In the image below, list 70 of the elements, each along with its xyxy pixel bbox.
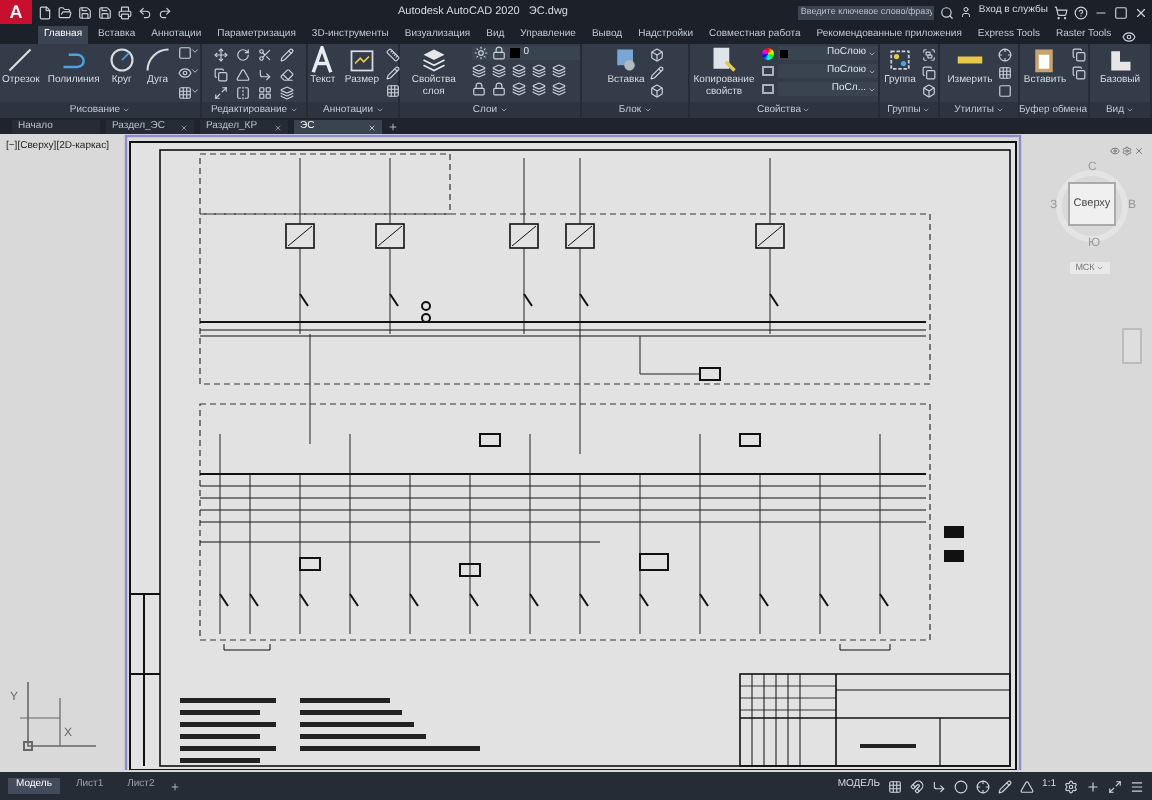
mirror-icon[interactable] [236,86,250,101]
plus-icon[interactable] [1086,779,1100,793]
circle-icon[interactable] [107,46,136,74]
osnap-icon[interactable] [976,779,991,793]
lock-icon[interactable] [491,82,506,96]
layers-icon[interactable] [551,64,566,78]
cart-icon[interactable] [1054,5,1068,19]
save-icon[interactable] [78,5,92,19]
fullscreen-icon[interactable] [1108,779,1122,793]
eye-icon[interactable] [1110,146,1120,156]
layers-icon[interactable] [491,64,506,78]
user-icon[interactable] [960,6,973,18]
table-icon[interactable] [385,84,400,98]
redo-icon[interactable] [158,5,172,19]
layers-icon[interactable] [531,82,546,96]
layers-icon[interactable] [280,86,294,101]
block-icon[interactable] [650,48,665,62]
sun-icon[interactable] [473,46,488,60]
rotate-icon[interactable] [236,48,250,62]
color-swatch [509,48,520,58]
block-icon[interactable] [921,84,936,98]
menu-icon[interactable] [1130,779,1144,793]
printer-icon[interactable] [118,5,132,19]
color-swatch [780,49,788,57]
undo-icon[interactable] [138,5,152,19]
block-icon[interactable] [650,84,665,98]
layers-icon[interactable] [471,64,486,78]
copy-icon[interactable] [1072,66,1087,80]
ruler-icon[interactable] [385,48,400,62]
add-layout-icon[interactable] [170,781,181,791]
rectangle-icon[interactable] [177,46,192,60]
lock-icon[interactable] [471,82,486,96]
help-icon[interactable] [1074,5,1088,19]
pencil-icon[interactable] [650,66,665,80]
grid-icon[interactable] [888,779,903,793]
save-icon[interactable] [98,5,112,19]
layers-icon[interactable] [511,64,526,78]
stretch-icon[interactable] [214,86,228,101]
group-icon[interactable] [921,48,936,62]
layers-icon[interactable] [531,64,546,78]
insert-block-icon[interactable] [612,46,640,74]
new-file-icon[interactable] [38,5,52,19]
clipboard-icon[interactable] [1030,46,1059,74]
corner-icon[interactable] [258,67,272,82]
line-icon[interactable] [6,46,35,74]
layers-icon[interactable] [551,82,566,96]
dimension-icon[interactable] [348,46,376,74]
text-icon[interactable] [308,46,337,74]
color-wheel-icon [762,47,774,59]
paintbrush-icon[interactable] [710,46,738,74]
arc-icon[interactable] [143,46,172,74]
scissors-icon[interactable] [258,48,272,62]
array-icon[interactable] [258,86,272,101]
base-view-icon[interactable] [1105,46,1134,74]
crosshair-icon[interactable] [998,48,1013,62]
folder-icon[interactable] [58,5,72,19]
copy-icon[interactable] [214,67,228,82]
app-menu-button[interactable]: A [0,0,32,24]
layers-icon[interactable] [419,46,448,74]
copy-icon[interactable] [921,66,936,80]
lock-icon[interactable] [491,46,506,60]
maximize-icon[interactable] [1114,5,1128,19]
layers-icon[interactable] [511,82,526,96]
add-tab-icon[interactable] [388,122,398,132]
group-icon[interactable] [885,46,914,74]
eraser-icon[interactable] [280,67,294,82]
triangle-icon[interactable] [236,67,250,82]
copy-icon[interactable] [1072,48,1087,62]
move-icon[interactable] [214,48,228,62]
pencil-icon[interactable] [280,48,294,62]
